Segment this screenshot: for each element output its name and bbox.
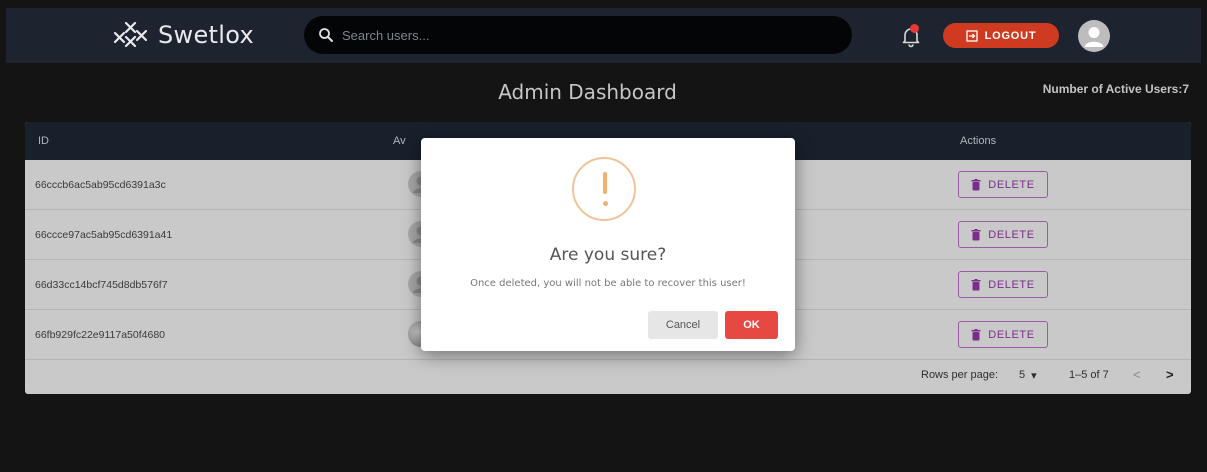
trash-icon: [971, 328, 981, 340]
app-logo[interactable]: Swetlox: [112, 18, 254, 52]
table-pagination: Rows per page: 5 ▾ 1–5 of 7 < >: [25, 358, 1191, 394]
user-id-cell: 66cccb6ac5ab95cd6391a3c: [35, 179, 166, 191]
cancel-button[interactable]: Cancel: [648, 311, 718, 339]
warning-icon: [572, 157, 636, 221]
top-navigation-bar: Swetlox LOGOUT: [6, 8, 1201, 63]
dialog-message: Once deleted, you will not be able to re…: [470, 278, 746, 289]
page-title: Admin Dashboard: [498, 80, 677, 104]
delete-label: DELETE: [988, 178, 1035, 191]
app-name: Swetlox: [158, 21, 254, 49]
rows-per-page-select[interactable]: 5 ▾: [1019, 369, 1037, 382]
warning-icon-dot: [602, 201, 608, 206]
delete-button[interactable]: DELETE: [958, 221, 1048, 248]
delete-label: DELETE: [988, 328, 1035, 341]
column-header-actions: Actions: [960, 135, 997, 147]
chevron-left-icon[interactable]: <: [1133, 367, 1141, 382]
user-avatar[interactable]: [1078, 20, 1110, 52]
pagination-range: 1–5 of 7: [1069, 369, 1109, 381]
swetlox-logo-icon: [113, 21, 148, 48]
delete-button[interactable]: DELETE: [958, 271, 1048, 298]
ok-button[interactable]: OK: [725, 311, 778, 339]
logout-button[interactable]: LOGOUT: [943, 23, 1059, 48]
dialog-title: Are you sure?: [549, 245, 667, 265]
delete-button[interactable]: DELETE: [958, 171, 1048, 198]
column-header-avatar: Av: [393, 135, 406, 147]
chevron-right-icon[interactable]: >: [1166, 367, 1174, 382]
delete-label: DELETE: [988, 278, 1035, 291]
delete-label: DELETE: [988, 228, 1035, 241]
delete-button[interactable]: DELETE: [958, 321, 1048, 348]
dropdown-arrow-icon: ▾: [1031, 370, 1037, 382]
rows-per-page-label: Rows per page:: [921, 369, 999, 381]
logout-icon: [965, 29, 978, 42]
search-icon: [319, 28, 333, 42]
trash-icon: [971, 178, 981, 190]
notifications-button[interactable]: [899, 24, 923, 48]
user-id-cell: 66ccce97ac5ab95cd6391a41: [35, 229, 173, 241]
user-avatar-icon: [1084, 27, 1104, 47]
search-bar[interactable]: [304, 16, 852, 54]
search-input[interactable]: [334, 19, 852, 51]
trash-icon: [971, 228, 981, 240]
confirm-delete-dialog: Are you sure? Once deleted, you will not…: [421, 138, 795, 351]
rows-per-page-value: 5: [1019, 369, 1026, 381]
warning-icon-bar: [603, 172, 607, 194]
active-users-count: Number of Active Users:7: [1042, 82, 1189, 96]
column-header-id: ID: [38, 135, 49, 147]
trash-icon: [971, 278, 981, 290]
user-id-cell: 66d33cc14bcf745d8db576f7: [35, 279, 168, 291]
logout-label: LOGOUT: [984, 29, 1037, 42]
user-id-cell: 66fb929fc22e9117a50f4680: [35, 329, 166, 341]
notification-badge: [910, 24, 919, 33]
